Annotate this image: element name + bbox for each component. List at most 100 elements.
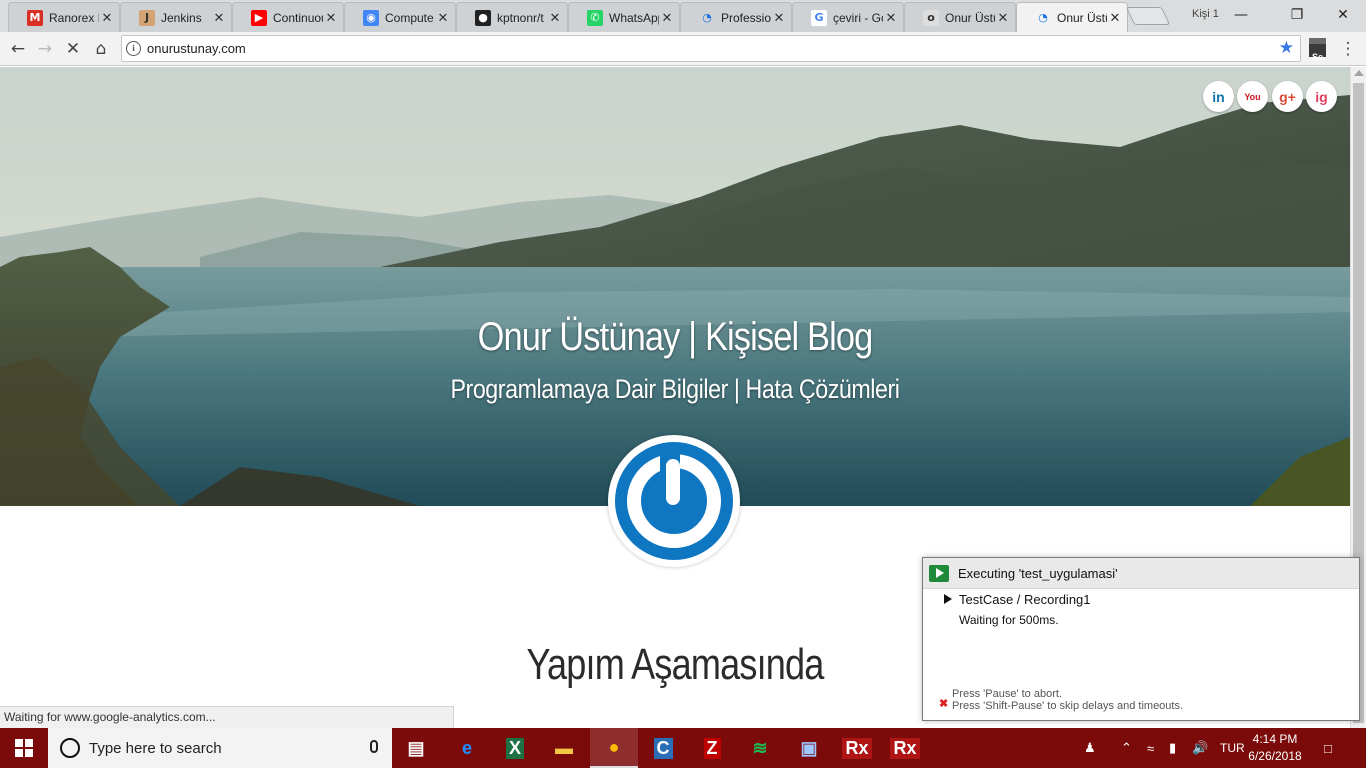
close-tab-icon[interactable]: ✕ bbox=[323, 10, 339, 26]
browser-tab[interactable]: M Ranorex B✕ bbox=[8, 2, 120, 32]
ranorex-icon[interactable]: Rx bbox=[833, 728, 881, 768]
new-tab-button[interactable] bbox=[1125, 7, 1171, 25]
tab-title: Compute bbox=[385, 10, 434, 25]
chrome-icon[interactable]: ● bbox=[590, 728, 638, 768]
expand-arrow-icon[interactable] bbox=[944, 594, 952, 604]
home-icon[interactable]: ⌂ bbox=[88, 36, 114, 62]
tab-title: çeviri - Go bbox=[833, 10, 883, 25]
jenkins-icon: J bbox=[139, 9, 155, 26]
close-tab-icon[interactable]: ✕ bbox=[771, 10, 787, 26]
back-arrow-icon[interactable]: ← bbox=[5, 36, 31, 62]
scroll-up-icon[interactable] bbox=[1354, 70, 1364, 76]
microphone-icon[interactable] bbox=[370, 740, 378, 753]
status-bubble: Waiting for www.google-analytics.com... bbox=[0, 706, 454, 728]
url-text[interactable]: onurustunay.com bbox=[147, 41, 246, 56]
taskbar-search-box[interactable]: Type here to search bbox=[48, 728, 392, 768]
tab-title: WhatsApp bbox=[609, 10, 659, 25]
edge-icon[interactable]: e bbox=[443, 728, 491, 768]
social-glyph: ig bbox=[1315, 88, 1328, 105]
whatsapp-icon: ✆ bbox=[587, 9, 603, 26]
youtube-icon: ▶ bbox=[251, 9, 267, 26]
google-icon: G bbox=[811, 9, 827, 26]
ranorex-hint-skip: Press 'Shift-Pause' to skip delays and t… bbox=[952, 700, 1184, 712]
people-icon[interactable]: ♟ bbox=[1084, 728, 1104, 768]
maximize-icon[interactable]: ❐ bbox=[1283, 4, 1311, 26]
google-plus-icon[interactable]: g+ bbox=[1272, 81, 1303, 112]
browser-tab[interactable]: ● kptnonr/t ✕ bbox=[456, 2, 568, 32]
clock-time: 4:14 PM bbox=[1252, 732, 1298, 746]
selenium-extension-icon[interactable]: Se bbox=[1309, 38, 1326, 62]
search-placeholder: Type here to search bbox=[89, 739, 222, 757]
language-indicator[interactable]: TUR bbox=[1220, 728, 1246, 768]
site-logo[interactable] bbox=[608, 435, 740, 567]
filezilla-icon[interactable]: Z bbox=[688, 728, 736, 768]
task-view-icon[interactable]: ▤ bbox=[392, 728, 440, 768]
ranorex-progress-panel: Executing 'test_uygulamasi' TestCase / R… bbox=[922, 557, 1360, 721]
site-icon: o bbox=[923, 9, 939, 26]
gmail-icon: M bbox=[27, 9, 43, 26]
youtube-icon[interactable]: You bbox=[1237, 81, 1268, 112]
browser-tab[interactable]: ✆ WhatsApp ✕ bbox=[568, 2, 680, 32]
close-tab-icon[interactable]: ✕ bbox=[99, 10, 115, 26]
browser-toolbar: ← → ✕ ⌂ i onurustunay.com ★ Se ⋮ bbox=[0, 32, 1366, 66]
excel-icon[interactable]: X bbox=[491, 728, 539, 768]
remote-desktop-icon[interactable]: ▣ bbox=[785, 728, 833, 768]
dotnet-icon[interactable]: C bbox=[639, 728, 687, 768]
social-glyph: in bbox=[1212, 88, 1225, 105]
abort-x-icon: ✖ bbox=[939, 698, 949, 710]
volume-icon[interactable]: 🔊 bbox=[1192, 728, 1210, 768]
file-explorer-icon[interactable]: ▬ bbox=[540, 728, 588, 768]
minimize-icon[interactable]: — bbox=[1227, 4, 1255, 26]
ranorex-icon[interactable]: Rx bbox=[881, 728, 929, 768]
ranorex-status: Waiting for 500ms. bbox=[959, 613, 1059, 627]
bookmark-star-icon[interactable]: ★ bbox=[1279, 38, 1294, 58]
close-tab-icon[interactable]: ✕ bbox=[211, 10, 227, 26]
spotify-icon[interactable]: ≋ bbox=[736, 728, 784, 768]
stop-loading-icon[interactable]: ✕ bbox=[60, 36, 86, 62]
browser-tab[interactable]: o Onur Üstü ✕ bbox=[904, 2, 1016, 32]
wifi-icon[interactable]: ≈ bbox=[1147, 728, 1163, 768]
clock-date: 6/26/2018 bbox=[1248, 749, 1302, 763]
loading-icon: ◔ bbox=[1038, 11, 1048, 24]
hero-subtitle: Programlamaya Dair Bilgiler | Hata Çözüm… bbox=[450, 374, 900, 404]
system-clock[interactable]: 4:14 PM 6/26/2018 bbox=[1244, 731, 1306, 765]
info-icon[interactable]: i bbox=[126, 41, 141, 56]
browser-tab[interactable]: ▶ Continuou ✕ bbox=[232, 2, 344, 32]
browser-tab[interactable]: ◔ Profession✕ bbox=[680, 2, 792, 32]
power-logo-icon bbox=[615, 442, 733, 560]
tab-title: Continuou bbox=[273, 10, 323, 25]
tab-strip: MRanorex B✕JJenkins✕▶Continuou✕◉Compute✕… bbox=[0, 0, 1366, 32]
battery-icon[interactable]: ▮ bbox=[1169, 728, 1185, 768]
close-tab-icon[interactable]: ✕ bbox=[435, 10, 451, 26]
tab-title: Profession bbox=[721, 10, 771, 25]
linkedin-icon[interactable]: in bbox=[1203, 81, 1234, 112]
ranorex-panel-header: Executing 'test_uygulamasi' bbox=[923, 558, 1359, 589]
show-hidden-icons-chevron[interactable]: ⌃ bbox=[1121, 728, 1137, 768]
tab-title: Onur Üstü bbox=[945, 10, 995, 25]
social-glyph: g+ bbox=[1279, 88, 1296, 105]
loading-icon: ◔ bbox=[702, 11, 712, 24]
social-glyph: You bbox=[1244, 91, 1261, 102]
windows-start-icon[interactable] bbox=[0, 728, 48, 768]
address-bar[interactable]: i onurustunay.com ★ bbox=[121, 35, 1301, 62]
close-tab-icon[interactable]: ✕ bbox=[547, 10, 563, 26]
chip-icon: ◉ bbox=[363, 9, 379, 26]
hero-title: Onur Üstünay | Kişisel Blog bbox=[477, 315, 874, 359]
forward-arrow-icon[interactable]: → bbox=[32, 36, 58, 62]
close-tab-icon[interactable]: ✕ bbox=[995, 10, 1011, 26]
close-tab-icon[interactable]: ✕ bbox=[1107, 10, 1123, 26]
ranorex-testcase: TestCase / Recording1 bbox=[944, 592, 1091, 607]
profile-label[interactable]: Kişi 1 bbox=[1192, 8, 1219, 20]
browser-tab[interactable]: Gçeviri - Go ✕ bbox=[792, 2, 904, 32]
close-tab-icon[interactable]: ✕ bbox=[659, 10, 675, 26]
instagram-icon[interactable]: ig bbox=[1306, 81, 1337, 112]
chrome-menu-icon[interactable]: ⋮ bbox=[1338, 38, 1358, 60]
tab-title: Jenkins bbox=[161, 10, 202, 25]
play-icon bbox=[929, 564, 949, 582]
close-tab-icon[interactable]: ✕ bbox=[883, 10, 899, 26]
browser-tab[interactable]: ◉ Compute ✕ bbox=[344, 2, 456, 32]
browser-tab[interactable]: J Jenkins ✕ bbox=[120, 2, 232, 32]
browser-tab[interactable]: ◔ Onur Üstü ✕ bbox=[1016, 2, 1128, 32]
close-window-icon[interactable]: ✕ bbox=[1329, 4, 1357, 26]
notification-center-icon[interactable]: □ bbox=[1324, 728, 1344, 768]
